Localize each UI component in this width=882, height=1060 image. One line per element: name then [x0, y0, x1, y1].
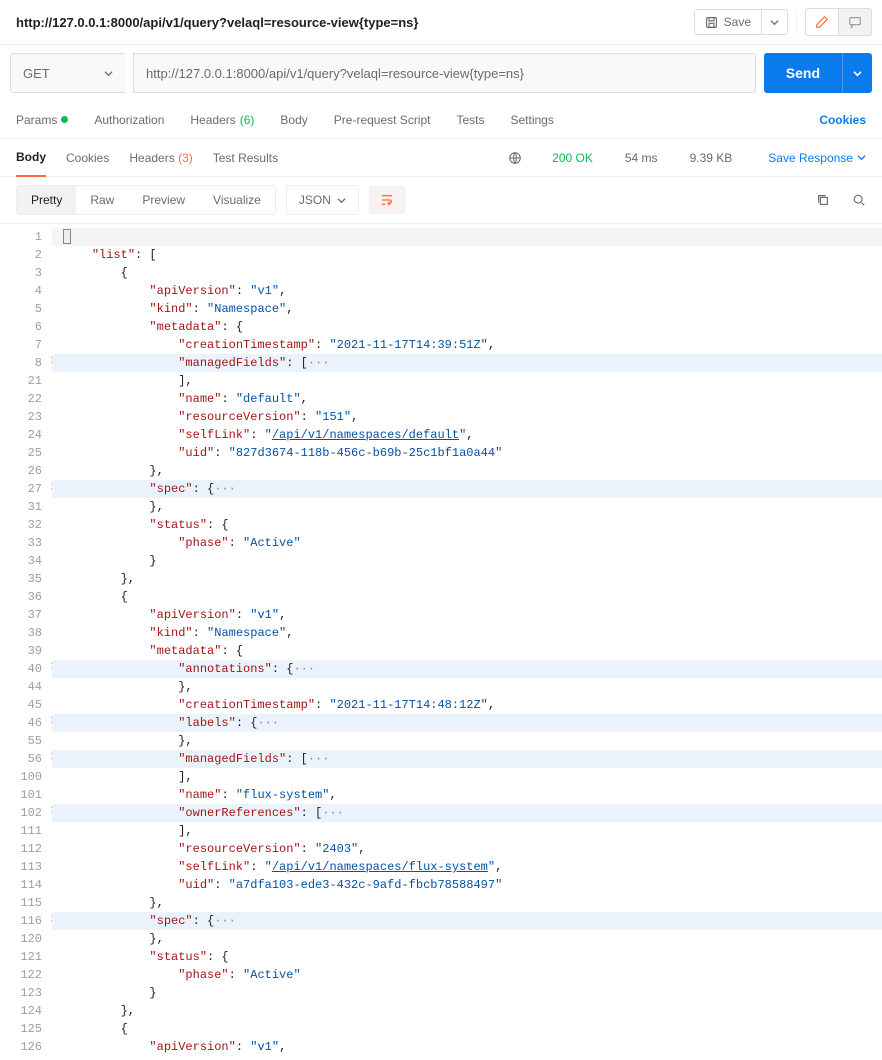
- code-line[interactable]: "apiVersion": "v1",: [52, 282, 882, 300]
- resp-tab-test-results[interactable]: Test Results: [213, 140, 278, 176]
- fmt-raw[interactable]: Raw: [76, 186, 128, 214]
- comment-button[interactable]: [838, 8, 872, 36]
- active-dot-icon: [61, 116, 68, 123]
- code-line[interactable]: "uid": "827d3674-118b-456c-b69b-25c1bf1a…: [52, 444, 882, 462]
- resp-tab-cookies[interactable]: Cookies: [66, 140, 109, 176]
- comment-icon: [848, 15, 862, 29]
- code-line[interactable]: "uid": "a7dfa103-ede3-432c-9afd-fbcb7858…: [52, 876, 882, 894]
- code-line[interactable]: "creationTimestamp": "2021-11-17T14:39:5…: [52, 336, 882, 354]
- tab-prerequest[interactable]: Pre-request Script: [334, 113, 431, 127]
- code-line[interactable]: "phase": "Active": [52, 534, 882, 552]
- divider: [796, 10, 797, 34]
- code-line[interactable]: "ownerReferences": [···: [52, 804, 882, 822]
- code-line[interactable]: {: [52, 1020, 882, 1038]
- code-line[interactable]: "managedFields": [···: [52, 354, 882, 372]
- code-line[interactable]: },: [52, 570, 882, 588]
- send-dropdown[interactable]: [842, 53, 872, 93]
- code-line[interactable]: "kind": "Namespace",: [52, 624, 882, 642]
- resp-tab-headers[interactable]: Headers (3): [129, 140, 192, 176]
- code-line[interactable]: "status": {: [52, 516, 882, 534]
- code-line[interactable]: "labels": {···: [52, 714, 882, 732]
- code-line[interactable]: ],: [52, 768, 882, 786]
- code-line[interactable]: },: [52, 732, 882, 750]
- wrap-toggle[interactable]: [369, 186, 405, 214]
- tab-body[interactable]: Body: [280, 113, 307, 127]
- send-button[interactable]: Send: [764, 53, 842, 93]
- code-line[interactable]: "status": {: [52, 948, 882, 966]
- code-line[interactable]: },: [52, 462, 882, 480]
- chevron-down-icon: [857, 153, 866, 162]
- chevron-down-icon: [104, 69, 113, 78]
- save-button[interactable]: Save: [694, 9, 761, 35]
- code-line[interactable]: },: [52, 1002, 882, 1020]
- code-line[interactable]: "apiVersion": "v1",: [52, 1038, 882, 1056]
- tab-tests[interactable]: Tests: [456, 113, 484, 127]
- tab-authorization[interactable]: Authorization: [94, 113, 164, 127]
- code-line[interactable]: "metadata": {: [52, 642, 882, 660]
- code-line[interactable]: "name": "default",: [52, 390, 882, 408]
- edit-button[interactable]: [805, 8, 838, 36]
- tab-headers[interactable]: Headers (6): [190, 113, 254, 127]
- json-select[interactable]: JSON: [286, 185, 359, 215]
- code-line[interactable]: "selfLink": "/api/v1/namespaces/default"…: [52, 426, 882, 444]
- copy-icon[interactable]: [816, 193, 830, 207]
- fmt-pretty[interactable]: Pretty: [17, 186, 76, 214]
- save-dropdown[interactable]: [761, 9, 788, 35]
- resp-tab-body[interactable]: Body: [16, 139, 46, 177]
- code-line[interactable]: "apiVersion": "v1",: [52, 606, 882, 624]
- code-line[interactable]: "selfLink": "/api/v1/namespaces/flux-sys…: [52, 858, 882, 876]
- code-line[interactable]: "kind": "Namespace",: [52, 300, 882, 318]
- code-line[interactable]: "annotations": {···: [52, 660, 882, 678]
- code-line[interactable]: "creationTimestamp": "2021-11-17T14:48:1…: [52, 696, 882, 714]
- search-icon[interactable]: [852, 193, 866, 207]
- response-size: 9.39 KB: [690, 151, 733, 165]
- format-segment: Pretty Raw Preview Visualize: [16, 185, 276, 215]
- response-body[interactable]: { "list": [ { "apiVersion": "v1", "kind"…: [52, 224, 882, 1060]
- code-line[interactable]: "metadata": {: [52, 318, 882, 336]
- status-code: 200 OK: [552, 151, 593, 165]
- code-line[interactable]: "resourceVersion": "151",: [52, 408, 882, 426]
- url-input[interactable]: [133, 53, 756, 93]
- fmt-visualize[interactable]: Visualize: [199, 186, 275, 214]
- chevron-down-icon: [770, 18, 779, 27]
- code-line[interactable]: },: [52, 930, 882, 948]
- code-line[interactable]: "spec": {···: [52, 480, 882, 498]
- code-line[interactable]: "name": "flux-system",: [52, 786, 882, 804]
- code-line[interactable]: "phase": "Active": [52, 966, 882, 984]
- request-title: http://127.0.0.1:8000/api/v1/query?velaq…: [10, 15, 686, 30]
- line-gutter: 1234567821222324252627313233343536373839…: [0, 224, 52, 1060]
- code-line[interactable]: ],: [52, 822, 882, 840]
- cookies-link[interactable]: Cookies: [819, 113, 866, 127]
- code-line[interactable]: {: [52, 228, 882, 246]
- code-line[interactable]: {: [52, 588, 882, 606]
- code-line[interactable]: "resourceVersion": "2403",: [52, 840, 882, 858]
- fmt-preview[interactable]: Preview: [128, 186, 199, 214]
- code-line[interactable]: "managedFields": [···: [52, 750, 882, 768]
- code-line[interactable]: },: [52, 894, 882, 912]
- code-line[interactable]: },: [52, 678, 882, 696]
- code-line[interactable]: "spec": {···: [52, 912, 882, 930]
- chevron-down-icon: [853, 69, 862, 78]
- tab-settings[interactable]: Settings: [511, 113, 554, 127]
- wrap-icon: [380, 194, 394, 206]
- code-line[interactable]: }: [52, 552, 882, 570]
- code-line[interactable]: {: [52, 264, 882, 282]
- method-select[interactable]: GET: [10, 53, 125, 93]
- pencil-icon: [815, 15, 829, 29]
- globe-icon[interactable]: [508, 151, 522, 165]
- save-icon: [705, 16, 718, 29]
- response-time: 54 ms: [625, 151, 658, 165]
- code-line[interactable]: },: [52, 498, 882, 516]
- code-line[interactable]: "list": [: [52, 246, 882, 264]
- code-line[interactable]: }: [52, 984, 882, 1002]
- save-response-link[interactable]: Save Response: [768, 151, 866, 165]
- tab-params[interactable]: Params: [16, 113, 68, 127]
- code-line[interactable]: ],: [52, 372, 882, 390]
- chevron-down-icon: [337, 196, 346, 205]
